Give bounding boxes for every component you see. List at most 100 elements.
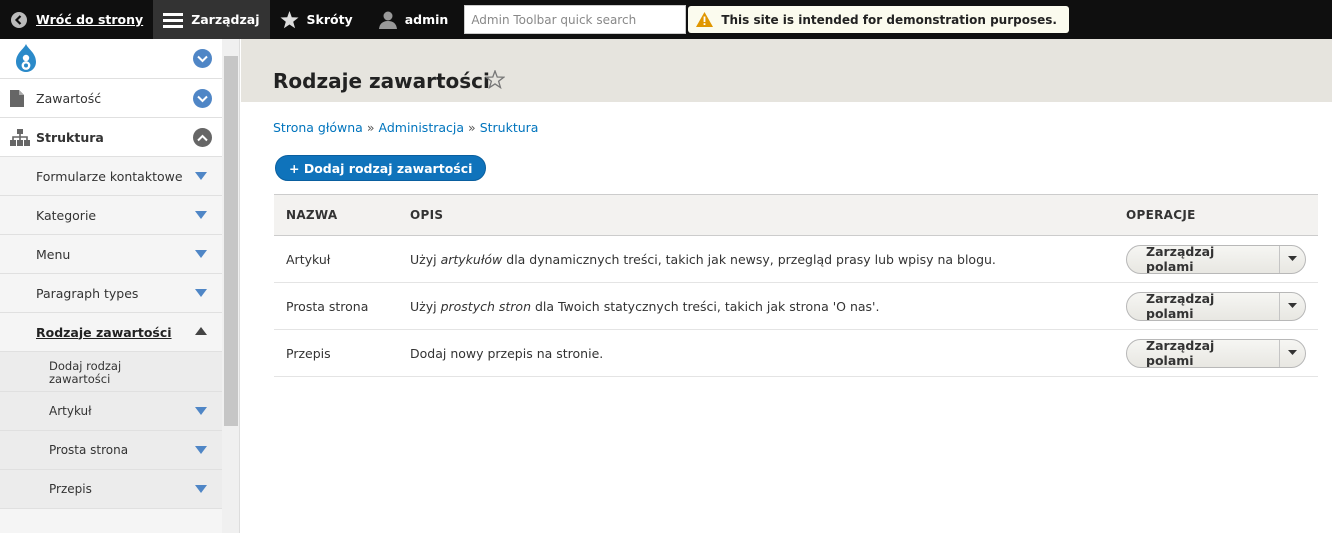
sidebar-item-recipe[interactable]: Przepis bbox=[0, 470, 222, 509]
dropdown-toggle-button[interactable] bbox=[1280, 293, 1305, 320]
sidebar-item-label: Struktura bbox=[36, 129, 104, 145]
sidebar-item-label: Menu bbox=[36, 246, 71, 262]
star-outline-icon[interactable] bbox=[484, 69, 506, 93]
table-header-row: NAZWA OPIS OPERACJE bbox=[274, 194, 1318, 236]
sidebar-item-categories[interactable]: Kategorie bbox=[0, 196, 222, 235]
hamburger-icon bbox=[163, 12, 184, 28]
sidebar-item-structure[interactable]: Struktura bbox=[0, 118, 222, 157]
sidebar-item-label: Rodzaje zawartości bbox=[36, 324, 172, 340]
table-row: Artykuł Użyj artykułów dla dynamicznych … bbox=[274, 235, 1318, 283]
user-icon bbox=[378, 11, 397, 29]
row-name: Artykuł bbox=[274, 235, 398, 283]
sidebar-item-basic-page[interactable]: Prosta strona bbox=[0, 431, 222, 470]
desc-text: Użyj bbox=[410, 251, 441, 267]
sidebar-item-add-content-type[interactable]: Dodaj rodzaj zawartości bbox=[0, 352, 222, 392]
breadcrumb-link-admin[interactable]: Administracja bbox=[379, 120, 465, 135]
column-header-operations: OPERACJE bbox=[1122, 194, 1318, 236]
operations-dropbutton: Zarządzaj polami bbox=[1126, 291, 1306, 321]
column-header-description: OPIS bbox=[398, 194, 1122, 236]
chevron-up-icon[interactable] bbox=[193, 128, 212, 147]
desc-text: dla dynamicznych treści, takich jak news… bbox=[502, 251, 996, 267]
sidebar-item-label: Przepis bbox=[49, 482, 92, 496]
back-to-site-label: Wróć do strony bbox=[36, 12, 144, 27]
content-types-table: NAZWA OPIS OPERACJE Artykuł Użyj artykuł… bbox=[274, 194, 1318, 377]
shortcuts-tab[interactable]: Skróty bbox=[270, 0, 363, 39]
operations-dropbutton: Zarządzaj polami bbox=[1126, 244, 1306, 274]
admin-toolbar: Wróć do strony Zarządzaj Skróty admin Th… bbox=[0, 0, 1332, 39]
dropdown-toggle-button[interactable] bbox=[1280, 340, 1305, 367]
page-title: Rodzaje zawartości bbox=[273, 69, 490, 93]
sidebar-item-label: Artykuł bbox=[49, 404, 92, 418]
drupal-logo bbox=[10, 43, 42, 79]
row-description: Dodaj nowy przepis na stronie. bbox=[398, 329, 1122, 377]
demo-notice-text: This site is intended for demonstration … bbox=[721, 12, 1057, 27]
admin-tray: Zawartość Struktura Formularze kontaktow… bbox=[0, 39, 240, 533]
breadcrumb-separator: » bbox=[468, 120, 476, 135]
sidebar-item-content-types[interactable]: Rodzaje zawartości bbox=[0, 313, 222, 352]
breadcrumb-link-home[interactable]: Strona główna bbox=[273, 120, 363, 135]
sidebar-item-contact-forms[interactable]: Formularze kontaktowe bbox=[0, 157, 222, 196]
sidebar-item-article[interactable]: Artykuł bbox=[0, 392, 222, 431]
manage-fields-button[interactable]: Zarządzaj polami bbox=[1127, 339, 1281, 367]
page-header: Rodzaje zawartości bbox=[241, 39, 1332, 102]
manage-label: Zarządzaj bbox=[191, 12, 260, 27]
desc-text: Dodaj nowy przepis na stronie. bbox=[410, 345, 604, 361]
dropdown-toggle-button[interactable] bbox=[1280, 246, 1305, 273]
caret-down-icon[interactable] bbox=[195, 446, 207, 454]
row-operations: Zarządzaj polami bbox=[1122, 282, 1318, 330]
sidebar-item-label: Formularze kontaktowe bbox=[36, 168, 183, 184]
operations-dropbutton: Zarządzaj polami bbox=[1126, 338, 1306, 368]
manage-fields-button[interactable]: Zarządzaj polami bbox=[1127, 245, 1281, 273]
user-label: admin bbox=[404, 12, 449, 27]
sidebar-item-label: Dodaj rodzaj zawartości bbox=[49, 359, 122, 386]
star-icon bbox=[280, 10, 299, 29]
back-arrow-icon bbox=[10, 11, 28, 29]
caret-down-icon bbox=[1288, 350, 1298, 356]
warning-icon bbox=[696, 12, 714, 27]
demo-notice: This site is intended for demonstration … bbox=[688, 6, 1069, 33]
table-row: Prosta strona Użyj prostych stron dla Tw… bbox=[274, 282, 1318, 330]
row-operations: Zarządzaj polami bbox=[1122, 329, 1318, 377]
row-description: Użyj artykułów dla dynamicznych treści, … bbox=[398, 235, 1122, 283]
shortcuts-label: Skróty bbox=[306, 12, 353, 27]
row-operations: Zarządzaj polami bbox=[1122, 235, 1318, 283]
row-description: Użyj prostych stron dla Twoich statyczny… bbox=[398, 282, 1122, 330]
row-name: Prosta strona bbox=[274, 282, 398, 330]
row-name: Przepis bbox=[274, 329, 398, 377]
desc-text: Użyj bbox=[410, 298, 441, 314]
sitemap-icon bbox=[10, 129, 30, 150]
desc-text: dla Twoich statycznych treści, takich ja… bbox=[531, 298, 880, 314]
manage-fields-button[interactable]: Zarządzaj polami bbox=[1127, 292, 1281, 320]
table-row: Przepis Dodaj nowy przepis na stronie. Z… bbox=[274, 329, 1318, 377]
caret-down-icon[interactable] bbox=[195, 407, 207, 415]
chevron-down-icon[interactable] bbox=[193, 89, 212, 108]
caret-down-icon[interactable] bbox=[195, 211, 207, 219]
caret-up-icon[interactable] bbox=[195, 327, 207, 335]
sidebar-item-label: Prosta strona bbox=[49, 443, 129, 457]
admin-search-input[interactable] bbox=[464, 5, 687, 34]
desc-emphasis: prostych stron bbox=[440, 298, 531, 314]
breadcrumb: Strona główna» Administracja» Struktura bbox=[273, 120, 538, 135]
sidebar-item-paragraph-types[interactable]: Paragraph types bbox=[0, 274, 222, 313]
sidebar-item-menu[interactable]: Menu bbox=[0, 235, 222, 274]
breadcrumb-separator: » bbox=[366, 120, 375, 135]
sidebar-item-content[interactable]: Zawartość bbox=[0, 79, 222, 118]
sidebar-item-label: Kategorie bbox=[36, 207, 97, 223]
user-tab[interactable]: admin bbox=[363, 0, 459, 39]
caret-down-icon[interactable] bbox=[195, 289, 207, 297]
sidebar-item-label: Zawartość bbox=[36, 90, 102, 106]
breadcrumb-link-structure[interactable]: Struktura bbox=[480, 120, 539, 135]
caret-down-icon bbox=[1288, 303, 1298, 309]
add-content-type-button[interactable]: + Dodaj rodzaj zawartości bbox=[275, 155, 487, 181]
document-icon bbox=[10, 90, 24, 111]
caret-down-icon[interactable] bbox=[195, 172, 207, 180]
caret-down-icon[interactable] bbox=[195, 485, 207, 493]
sidebar-scrollbar-thumb[interactable] bbox=[224, 56, 238, 426]
caret-down-icon bbox=[1288, 256, 1298, 262]
chevron-down-icon[interactable] bbox=[193, 49, 212, 68]
main-content: Rodzaje zawartości Strona główna» Adminis… bbox=[241, 39, 1332, 533]
manage-tab[interactable]: Zarządzaj bbox=[153, 0, 270, 39]
sidebar-logo-row bbox=[0, 39, 222, 79]
caret-down-icon[interactable] bbox=[195, 250, 207, 258]
back-to-site-link[interactable]: Wróć do strony bbox=[0, 0, 153, 39]
